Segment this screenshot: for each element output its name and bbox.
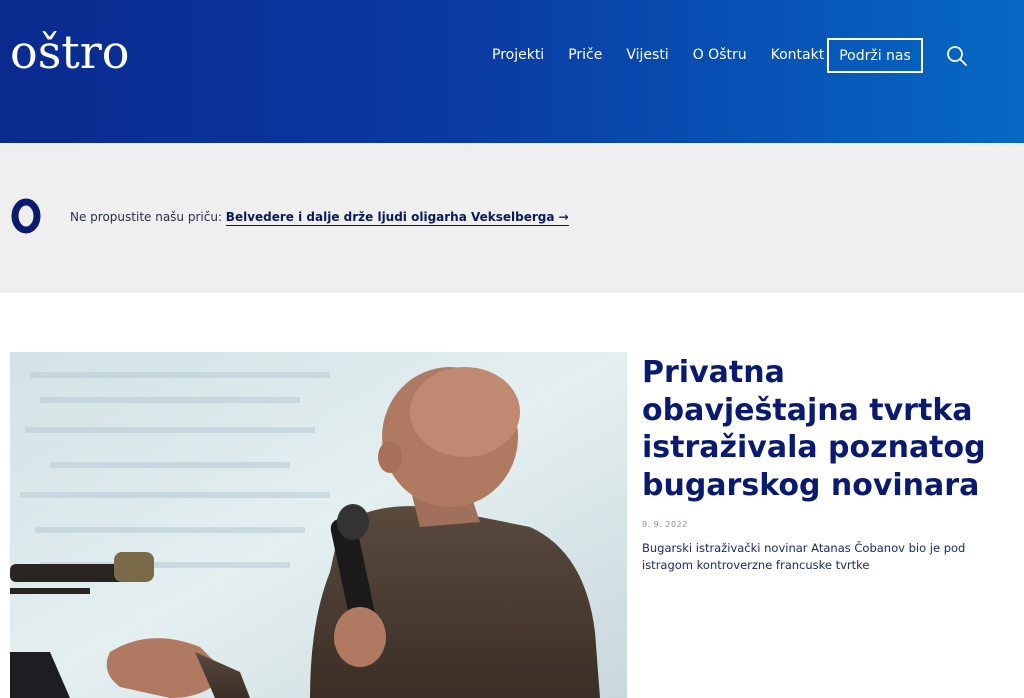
banner-lead: Ne propustite našu priču: [70, 210, 226, 224]
featured-story-banner: Ne propustite našu priču: Belvedere i da… [0, 143, 1024, 293]
support-button[interactable]: Podrži nas [827, 38, 923, 73]
ostro-o-icon [11, 198, 41, 234]
article-title[interactable]: Privatna obavještajna tvrtka istraživala… [642, 354, 1002, 504]
speaker-photo [10, 352, 627, 698]
banner-story-link[interactable]: Belvedere i dalje drže ljudi oligarha Ve… [225, 210, 569, 226]
search-button[interactable] [945, 44, 969, 68]
main-nav: Projekti Priče Vijesti O Oštru Kontakt [492, 45, 848, 65]
article-photo[interactable] [10, 352, 627, 698]
nav-item-kontakt[interactable]: Kontakt [771, 45, 825, 65]
article-date: 9. 9. 2022 [642, 520, 688, 529]
nav-item-o-ostru[interactable]: O Oštru [693, 45, 747, 65]
site-logo[interactable]: oštro [10, 22, 129, 82]
nav-item-price[interactable]: Priče [568, 45, 602, 65]
banner-text: Ne propustite našu priču: Belvedere i da… [70, 210, 569, 226]
nav-item-projekti[interactable]: Projekti [492, 45, 544, 65]
nav-item-vijesti[interactable]: Vijesti [626, 45, 668, 65]
site-header: oštro Projekti Priče Vijesti O Oštru Kon… [0, 0, 1024, 143]
article-excerpt: Bugarski istraživački novinar Atanas Čob… [642, 541, 966, 572]
search-icon [947, 46, 967, 66]
